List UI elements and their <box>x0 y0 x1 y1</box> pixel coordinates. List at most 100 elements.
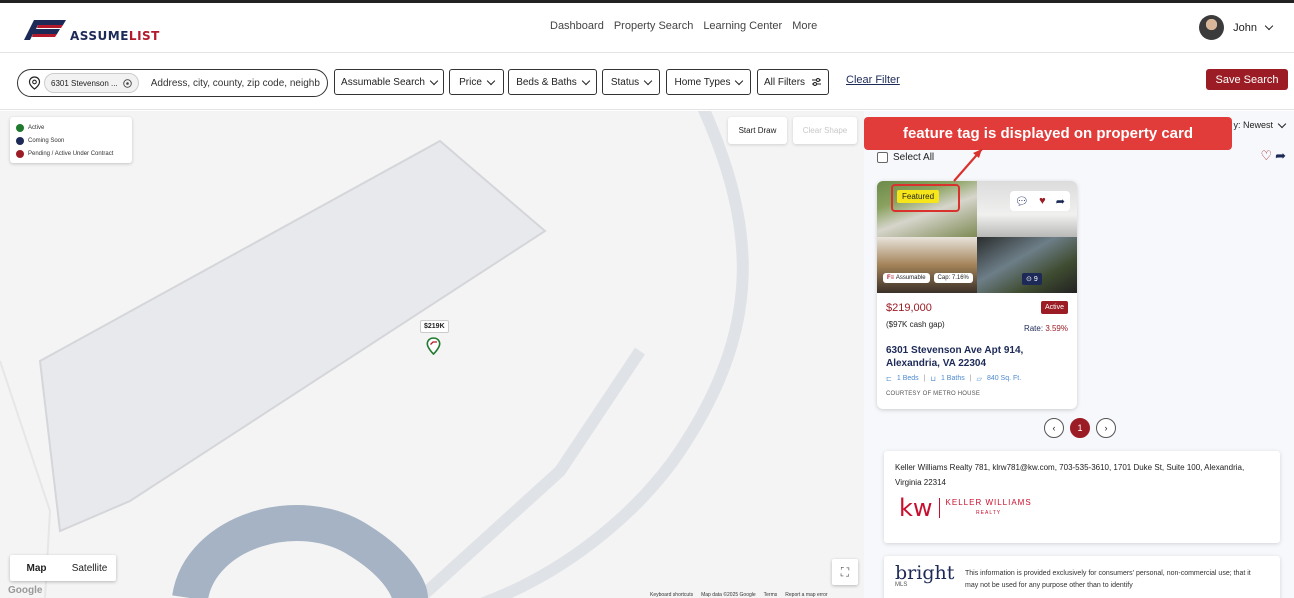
map-type-toggle: Map Satellite <box>10 555 116 581</box>
mls-disclaimer: bright MLS This information is provided e… <box>884 556 1280 598</box>
logo-text: ASSUMELIST <box>70 29 160 43</box>
clear-filter-link[interactable]: Clear Filter <box>846 74 900 86</box>
close-circle-icon[interactable] <box>122 78 132 88</box>
map-type-map[interactable]: Map <box>10 555 63 581</box>
beds: 1 Beds <box>896 375 919 382</box>
keller-williams-logo: kw KELLER WILLIAMS REALTY <box>899 493 1032 522</box>
search-placeholder: Address, city, county, zip code, neighb <box>150 77 320 89</box>
price-label: Price <box>459 76 482 88</box>
divider: | <box>923 375 926 382</box>
share-icon[interactable]: ➦ <box>1056 195 1065 208</box>
address-line2: Alexandria, VA 22304 <box>886 358 987 369</box>
area-icon: ▱ <box>976 376 982 383</box>
terms-link[interactable]: Terms <box>764 592 778 598</box>
next-page-button[interactable]: › <box>1096 418 1116 438</box>
cash-gap: ($97K cash gap) <box>886 320 945 329</box>
nav-property-search[interactable]: Property Search <box>614 20 693 32</box>
heart-filled-icon[interactable]: ♥ <box>1039 195 1046 207</box>
results-panel: y: Newest Select All ♡ ➦ Featured 💬︎ ♥ ➦… <box>864 111 1294 598</box>
location-chip[interactable]: 6301 Stevenson ... <box>44 73 139 93</box>
beds-baths-label: Beds & Baths <box>516 76 577 88</box>
select-all-checkbox[interactable]: Select All <box>877 152 934 163</box>
agent-info-text: Keller Williams Realty 781, klrw781@kw.c… <box>895 463 1245 487</box>
legend-item-active: Active <box>16 121 126 134</box>
sort-dropdown[interactable]: y: Newest <box>1233 119 1287 130</box>
legend-dot <box>16 123 24 132</box>
legend-dot <box>16 136 24 145</box>
assumable-search-dropdown[interactable]: Assumable Search <box>334 69 444 95</box>
flag-logo-icon <box>24 20 66 40</box>
map-data-credit: Map data ©2025 Google <box>701 592 756 598</box>
bright-logo-text: bright <box>895 562 955 584</box>
map-area[interactable]: Active Coming Soon Pending / Active Unde… <box>0 111 864 598</box>
status-dropdown[interactable]: Status <box>602 69 660 95</box>
filter-bar: 6301 Stevenson ... Address, city, county… <box>0 54 1294 110</box>
user-menu[interactable]: John <box>1199 15 1274 40</box>
cap-badge: Cap: 7.16% <box>933 273 973 283</box>
header: ASSUMELIST Dashboard Property Search Lea… <box>0 3 1294 53</box>
chat-icon[interactable]: 💬︎ <box>1015 195 1029 208</box>
bed-icon: ⊏ <box>886 376 892 383</box>
user-name: John <box>1233 21 1257 34</box>
property-address[interactable]: 6301 Stevenson Ave Apt 914, Alexandria, … <box>886 344 1071 370</box>
checkbox[interactable] <box>877 152 888 163</box>
prev-page-button[interactable]: ‹ <box>1044 418 1064 438</box>
keyboard-shortcuts-link[interactable]: Keyboard shortcuts <box>650 592 693 598</box>
main-nav: Dashboard Property Search Learning Cente… <box>550 20 817 32</box>
select-all-label: Select All <box>893 152 935 163</box>
legend-label: Coming Soon <box>28 137 65 144</box>
card-badges: F≡ Assumable Cap: 7.16% <box>883 273 973 283</box>
map-credits: Keyboard shortcuts Map data ©2025 Google… <box>650 592 828 598</box>
logo[interactable]: ASSUMELIST <box>22 14 160 42</box>
share-icon[interactable]: ➦ <box>1275 148 1286 164</box>
legend-item-pending: Pending / Active Under Contract <box>16 147 126 160</box>
beds-baths-dropdown[interactable]: Beds & Baths <box>508 69 597 95</box>
search-input[interactable]: 6301 Stevenson ... Address, city, county… <box>17 69 328 97</box>
property-photos[interactable]: Featured 💬︎ ♥ ➦ F≡ Assumable Cap: 7.16% … <box>877 181 1077 293</box>
bulk-actions: ♡ ➦ <box>1260 148 1286 164</box>
price-dropdown[interactable]: Price <box>449 69 504 95</box>
clear-shape-button[interactable]: Clear Shape <box>793 117 857 144</box>
price-marker-label[interactable]: $219K <box>420 320 449 333</box>
map-marker-icon[interactable] <box>426 337 441 355</box>
assumable-badge-label: Assumable <box>895 275 926 281</box>
all-filters-button[interactable]: All Filters <box>757 69 829 95</box>
legend-label: Active <box>28 124 45 131</box>
map-legend: Active Coming Soon Pending / Active Unde… <box>10 117 132 163</box>
sliders-icon <box>812 78 822 86</box>
address-line1: 6301 Stevenson Ave Apt 914, <box>886 345 1024 356</box>
nav-more[interactable]: More <box>792 20 817 32</box>
listing-agent-info: Keller Williams Realty 781, klrw781@kw.c… <box>884 451 1280 543</box>
rate: Rate: 3.59% <box>1024 324 1068 333</box>
page-1-button[interactable]: 1 <box>1070 418 1090 438</box>
avatar[interactable] <box>1199 15 1225 40</box>
nav-learning-center[interactable]: Learning Center <box>703 20 782 32</box>
status-badge: Active <box>1040 301 1068 314</box>
chevron-down-icon <box>429 76 439 85</box>
image-count: 9 <box>1033 276 1038 283</box>
pagination: ‹ 1 › <box>1044 418 1116 438</box>
map-type-satellite[interactable]: Satellite <box>63 555 116 581</box>
report-error-link[interactable]: Report a map error <box>785 592 827 598</box>
property-card[interactable]: Featured 💬︎ ♥ ➦ F≡ Assumable Cap: 7.16% … <box>877 181 1077 409</box>
rate-label: Rate: <box>1023 324 1044 333</box>
home-types-dropdown[interactable]: Home Types <box>666 69 751 95</box>
save-search-button[interactable]: Save Search <box>1206 69 1288 90</box>
start-draw-button[interactable]: Start Draw <box>728 117 787 144</box>
nav-dashboard[interactable]: Dashboard <box>550 20 604 32</box>
annotation-callout: feature tag is displayed on property car… <box>864 117 1232 150</box>
kw-mark: kw <box>899 493 933 522</box>
chevron-down-icon <box>1264 21 1274 31</box>
location-pin-icon <box>28 76 41 90</box>
card-actions: 💬︎ ♥ ➦ <box>1010 191 1070 211</box>
all-filters-label: All Filters <box>763 76 806 88</box>
heart-outline-icon[interactable]: ♡ <box>1260 148 1272 164</box>
bath-icon: ⊔ <box>930 376 936 383</box>
status-label: Status <box>610 76 640 88</box>
chevron-down-icon <box>735 76 744 85</box>
rate-value: 3.59% <box>1045 324 1068 333</box>
fullscreen-icon[interactable]: ⛶ <box>832 559 858 585</box>
camera-icon: ⊙ <box>1026 276 1034 283</box>
listing-courtesy: COURTESY OF METRO HOUSE <box>886 391 981 397</box>
bright-mls-logo: bright MLS <box>895 562 954 588</box>
